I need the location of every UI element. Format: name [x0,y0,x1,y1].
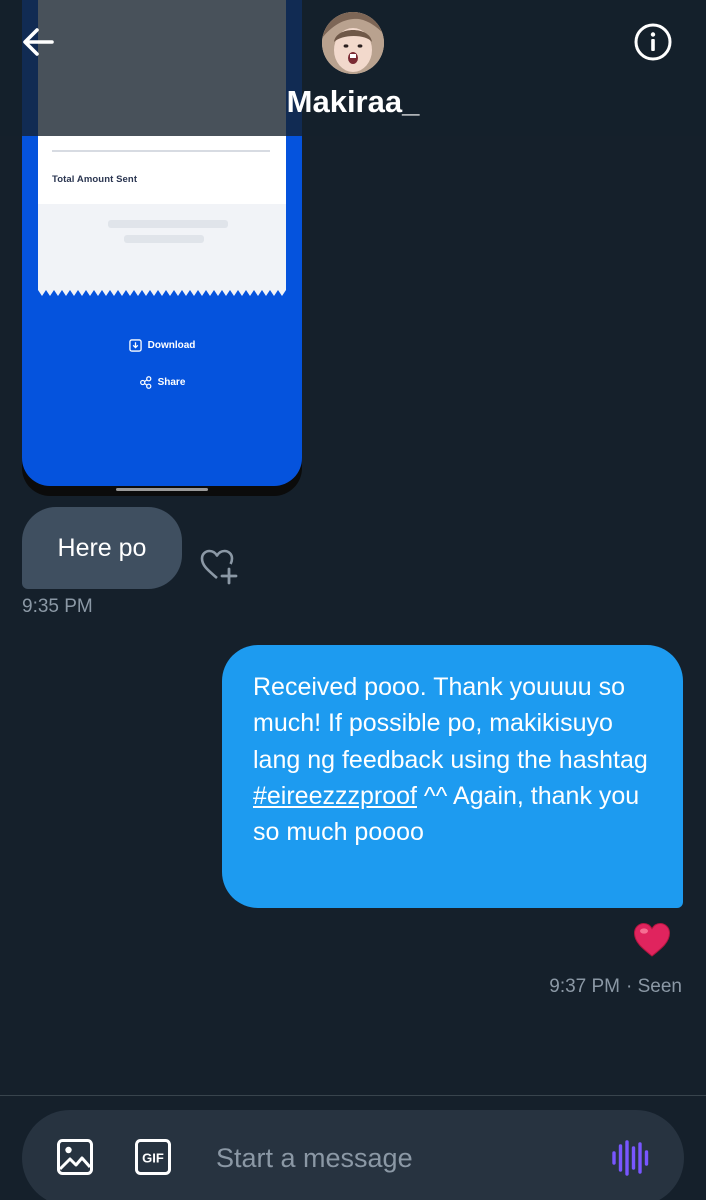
contact-avatar[interactable] [322,12,384,74]
outgoing-message-bubble[interactable]: Received pooo. Thank youuuu so much! If … [222,645,683,908]
receipt-total-label: Total Amount Sent [52,174,138,185]
conversation-header: Makiraa_ [0,0,706,136]
heart-reaction[interactable] [633,922,671,958]
voice-message-button[interactable] [610,1140,650,1176]
attachment-share: Share [22,376,302,389]
red-heart-icon [633,922,671,957]
share-label: Share [157,377,186,388]
message-input[interactable] [216,1136,586,1180]
attachment-home-indicator [116,488,208,491]
incoming-message-time: 9:35 PM [22,596,93,617]
hashtag-link[interactable]: #eireezzzproof [253,782,417,810]
incoming-message-bubble[interactable]: Here po [22,507,182,589]
receipt-faint-line [124,235,204,243]
avatar-image [322,12,384,74]
gif-label: GIF [142,1151,164,1166]
info-icon [634,23,672,61]
add-media-button[interactable] [56,1138,94,1176]
receipt-footer [38,204,286,290]
seen-status: · Seen [626,976,682,997]
receipt-divider [52,150,270,152]
receipt-faint-line [108,220,228,228]
download-icon [128,339,142,352]
heart-plus-icon [200,549,238,585]
incoming-message-text: Here po [57,533,147,562]
receipt-zigzag-edge [38,286,286,296]
outgoing-message-text-start: Received pooo. Thank youuuu so much! If … [253,673,648,774]
arrow-left-icon [23,28,54,56]
attachment-download: Download [22,339,302,352]
contact-name[interactable]: Makiraa_ [0,84,706,120]
gif-button[interactable]: GIF [134,1138,172,1176]
outgoing-message-meta: 9:37 PM · Seen [549,976,682,998]
add-reaction-button[interactable] [199,546,241,586]
back-button[interactable] [18,22,58,62]
message-composer: GIF [22,1110,684,1200]
image-icon [57,1139,93,1175]
dm-conversation-screen: Total Amount Sent Download Share Makiraa… [0,0,706,1200]
gif-icon: GIF [135,1139,171,1175]
composer-divider [0,1095,706,1096]
outgoing-message-time: 9:37 PM [549,976,621,997]
share-icon [139,376,151,389]
download-label: Download [147,340,196,351]
voice-waveform-icon [612,1140,649,1176]
conversation-info-button[interactable] [632,21,674,63]
